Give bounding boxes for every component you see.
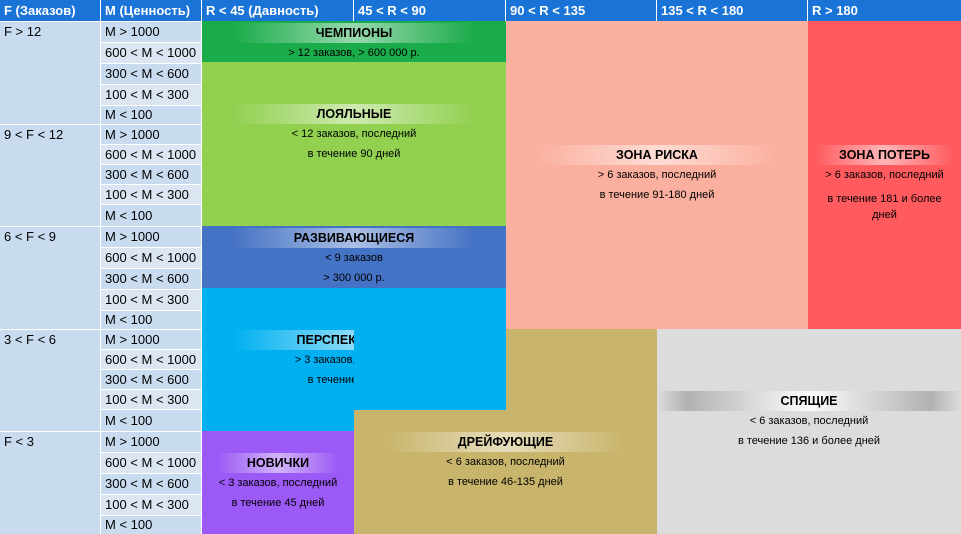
segment-description: в течение 46-135 дней [448, 476, 563, 488]
rfm-segmentation-grid: F (Заказов) M (Ценность) R < 45 (Давност… [0, 0, 961, 534]
frequency-group: F > 12 [0, 21, 101, 124]
monetary-level: 100 < M < 300 [101, 289, 202, 310]
monetary-level: M < 100 [101, 515, 202, 534]
segment-description: в течение 91-180 дней [599, 189, 715, 201]
segment-promising-extension [354, 288, 506, 410]
monetary-level: M < 100 [101, 409, 202, 431]
monetary-level: M < 100 [101, 204, 202, 226]
monetary-level: M > 1000 [101, 226, 202, 247]
monetary-level: M > 1000 [101, 431, 202, 452]
frequency-group: F < 3 [0, 431, 101, 534]
segment-description: в течение 136 и более дней [737, 435, 881, 447]
segment-title: ДРЕЙФУЮЩИЕ [354, 432, 657, 452]
header-frequency: F (Заказов) [0, 0, 101, 21]
segment-loyal: ЛОЯЛЬНЫЕ < 12 заказов, последний в течен… [202, 62, 506, 226]
monetary-level: 600 < M < 1000 [101, 452, 202, 473]
monetary-level: M > 1000 [101, 21, 202, 42]
segment-description: > 6 заказов, последний [597, 169, 717, 181]
segment-description: < 6 заказов, последний [749, 415, 869, 427]
header-recency-3: 90 < R < 135 [506, 0, 657, 21]
monetary-level: 600 < M < 1000 [101, 247, 202, 268]
segment-description: < 6 заказов, последний [446, 456, 565, 468]
monetary-level: M > 1000 [101, 329, 202, 349]
segment-title: НОВИЧКИ [202, 453, 354, 473]
segment-description: дней [872, 209, 897, 221]
segment-description: > 300 000 р. [323, 272, 385, 284]
segment-newbies: НОВИЧКИ < 3 заказов, последний в течение… [202, 431, 354, 534]
monetary-level: 100 < M < 300 [101, 184, 202, 204]
segment-champions: ЧЕМПИОНЫ > 12 заказов, > 600 000 р. [202, 21, 506, 62]
monetary-level: 100 < M < 300 [101, 494, 202, 515]
segment-description: в течение 181 и более [827, 193, 942, 205]
monetary-level: 600 < M < 1000 [101, 349, 202, 369]
segment-drifting-extension [506, 329, 657, 410]
header-recency-5: R > 180 [808, 0, 961, 21]
segment-sleeping: СПЯЩИЕ < 6 заказов, последний в течение … [657, 329, 961, 534]
segment-title: ЗОНА РИСКА [506, 145, 808, 165]
segment-description: < 9 заказов [325, 252, 383, 264]
segment-description: в течение 45 дней [231, 497, 325, 509]
segment-growing: РАЗВИВАЮЩИЕСЯ < 9 заказов > 300 000 р. [202, 226, 506, 288]
monetary-level: 600 < M < 1000 [101, 144, 202, 164]
monetary-level: M < 100 [101, 105, 202, 124]
segment-title: РАЗВИВАЮЩИЕСЯ [202, 228, 506, 248]
segment-risk: ЗОНА РИСКА > 6 заказов, последний в тече… [506, 21, 808, 329]
segment-title: ЛОЯЛЬНЫЕ [202, 104, 506, 124]
frequency-group: 6 < F < 9 [0, 226, 101, 329]
segment-description: в течение 90 дней [307, 148, 401, 160]
segment-lost: ЗОНА ПОТЕРЬ > 6 заказов, последний в теч… [808, 21, 961, 329]
frequency-group: 9 < F < 12 [0, 124, 101, 226]
monetary-level: 300 < M < 600 [101, 268, 202, 289]
segment-description: < 12 заказов, последний [291, 128, 417, 140]
monetary-level: 300 < M < 600 [101, 63, 202, 84]
monetary-level: M < 100 [101, 310, 202, 329]
header-monetary: M (Ценность) [101, 0, 202, 21]
header-recency-1: R < 45 (Давность) [202, 0, 354, 21]
monetary-level: 100 < M < 300 [101, 84, 202, 105]
header-recency-4: 135 < R < 180 [657, 0, 808, 21]
monetary-level: 300 < M < 600 [101, 369, 202, 389]
segment-description: > 6 заказов, последний [825, 169, 944, 181]
segment-title: СПЯЩИЕ [657, 391, 961, 411]
segment-description: < 3 заказов, последний [218, 477, 338, 489]
monetary-level: 100 < M < 300 [101, 389, 202, 409]
monetary-level: 300 < M < 600 [101, 164, 202, 184]
segment-description: > 12 заказов, > 600 000 р. [288, 47, 420, 59]
monetary-level: 600 < M < 1000 [101, 42, 202, 63]
frequency-group: 3 < F < 6 [0, 329, 101, 431]
segment-title: ЧЕМПИОНЫ [202, 23, 506, 43]
monetary-level: 300 < M < 600 [101, 473, 202, 494]
segment-title: ЗОНА ПОТЕРЬ [808, 145, 961, 165]
header-recency-2: 45 < R < 90 [354, 0, 506, 21]
monetary-level: M > 1000 [101, 124, 202, 144]
